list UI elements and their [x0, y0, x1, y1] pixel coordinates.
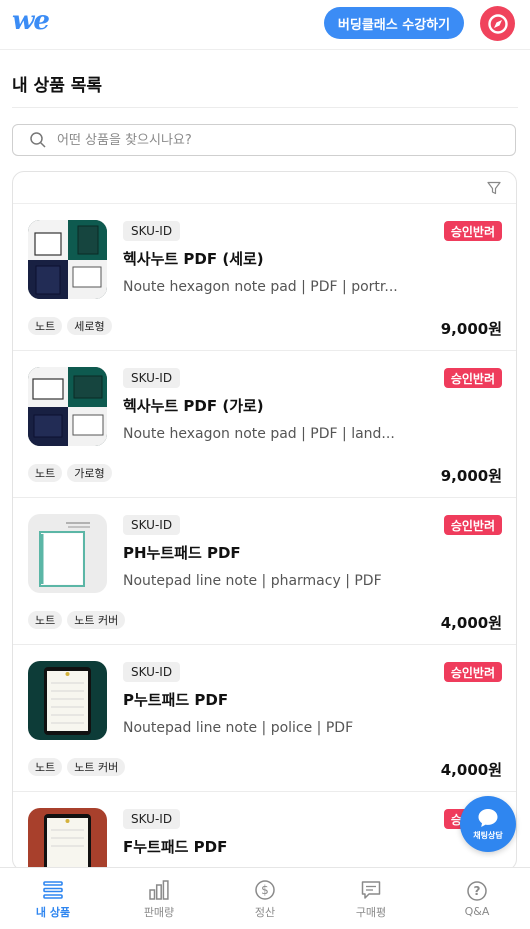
nav-item-qna[interactable]: ? Q&A	[424, 868, 530, 929]
nav-label: 정산	[254, 905, 276, 919]
tag: 가로형	[67, 464, 112, 482]
sku-label: SKU-ID	[123, 368, 181, 388]
status-badge: 승인반려	[443, 515, 502, 535]
product-description: Noute hexagon note pad | PDF | portr...	[123, 279, 398, 295]
sku-label: SKU-ID	[123, 515, 181, 535]
product-name: 헥사누트 PDF (세로)	[123, 250, 264, 268]
product-price: 4,000원	[440, 761, 502, 779]
chat-label: 채팅상담	[473, 830, 503, 840]
app-logo[interactable]: we	[12, 6, 50, 36]
page-title: 내 상품 목록	[12, 76, 103, 96]
nav-item-sales[interactable]: 판매량	[106, 868, 212, 929]
list-item[interactable]: SKU-ID 승인반려 PH누트패드 PDF Noutepad line not…	[13, 498, 516, 645]
search-box[interactable]	[12, 124, 516, 156]
status-badge: 승인반려	[443, 221, 502, 241]
svg-text:$: $	[261, 883, 269, 897]
divider	[12, 107, 518, 108]
product-name: F누트패드 PDF	[123, 838, 228, 856]
chat-bubble-icon	[478, 808, 498, 827]
sku-label: SKU-ID	[123, 662, 181, 682]
nav-label: 판매량	[143, 905, 175, 919]
tag: 노트 커버	[67, 758, 126, 776]
tag: 세로형	[67, 317, 112, 335]
tag: 노트	[28, 464, 63, 482]
status-badge: 승인반려	[443, 662, 502, 682]
nav-item-reviews[interactable]: 구매평	[318, 868, 424, 929]
product-thumbnail	[28, 367, 107, 446]
bar-chart-icon	[149, 879, 169, 900]
list-item[interactable]: SKU-ID 승인반려 P누트패드 PDF Noutepad line note…	[13, 645, 516, 792]
product-list: SKU-ID 승인반려 헥사누트 PDF (세로) Noute hexagon …	[12, 171, 517, 871]
product-name: PH누트패드 PDF	[123, 544, 241, 562]
class-enroll-button[interactable]: 버딩클래스 수강하기	[324, 7, 464, 39]
sku-label: SKU-ID	[123, 221, 181, 241]
product-name: 헥사누트 PDF (가로)	[123, 397, 264, 415]
review-icon	[361, 880, 381, 899]
tag-list: 노트 노트 커버	[28, 611, 126, 629]
status-badge: 승인반려	[443, 368, 502, 388]
svg-text:?: ?	[474, 884, 481, 898]
nav-item-my-products[interactable]: 내 상품	[0, 868, 106, 929]
tag-list: 노트 노트 커버	[28, 758, 126, 776]
product-thumbnail	[28, 808, 107, 870]
nav-label: Q&A	[464, 905, 490, 918]
filter-icon[interactable]	[486, 180, 502, 196]
nav-label: 내 상품	[35, 905, 71, 919]
list-item[interactable]: SKU-ID 승인반려 헥사누트 PDF (가로) Noute hexagon …	[13, 351, 516, 498]
tag: 노트	[28, 317, 63, 335]
app-header: we 버딩클래스 수강하기	[0, 0, 530, 50]
search-input[interactable]	[57, 132, 477, 148]
product-description: Noutepad line note | pharmacy | PDF	[123, 573, 382, 589]
list-icon	[43, 880, 63, 899]
question-icon: ?	[467, 881, 487, 901]
nav-item-settlement[interactable]: $ 정산	[212, 868, 318, 929]
compass-icon	[487, 13, 508, 34]
product-thumbnail	[28, 220, 107, 299]
list-item[interactable]: SKU-ID 승인반려 F누트패드 PDF	[13, 792, 516, 870]
sku-label: SKU-ID	[123, 809, 181, 829]
tag: 노트	[28, 758, 63, 776]
product-price: 4,000원	[440, 614, 502, 632]
nav-label: 구매평	[355, 905, 387, 919]
tag: 노트 커버	[67, 611, 126, 629]
tag-list: 노트 세로형	[28, 317, 112, 335]
product-price: 9,000원	[440, 467, 502, 485]
product-thumbnail	[28, 514, 107, 593]
product-description: Noutepad line note | police | PDF	[123, 720, 354, 736]
product-thumbnail	[28, 661, 107, 740]
tag-list: 노트 가로형	[28, 464, 112, 482]
tag: 노트	[28, 611, 63, 629]
chat-consult-button[interactable]: 채팅상담	[460, 796, 516, 852]
profile-button[interactable]	[480, 6, 515, 41]
product-price: 9,000원	[440, 320, 502, 338]
product-name: P누트패드 PDF	[123, 691, 229, 709]
bottom-nav: 내 상품 판매량 $ 정산 구매평 ? Q&A	[0, 867, 530, 929]
list-toolbar	[13, 172, 516, 204]
list-item[interactable]: SKU-ID 승인반려 헥사누트 PDF (세로) Noute hexagon …	[13, 204, 516, 351]
product-description: Noute hexagon note pad | PDF | land...	[123, 426, 395, 442]
search-icon	[30, 132, 46, 148]
dollar-icon: $	[255, 879, 275, 900]
